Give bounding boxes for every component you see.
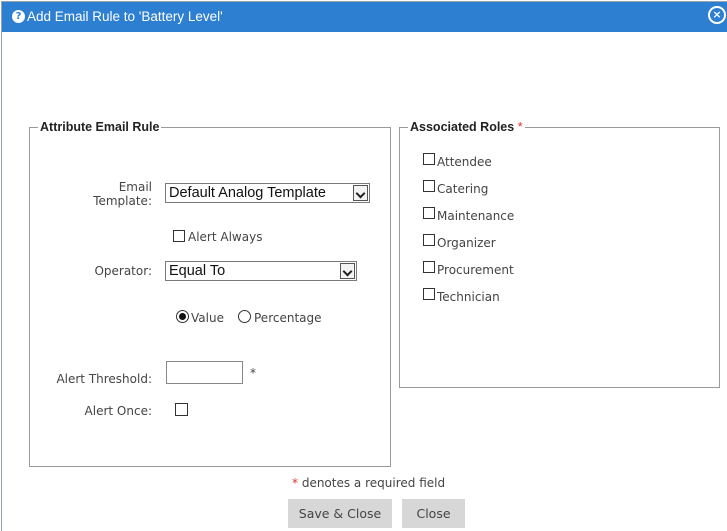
role-label-catering: Catering: [437, 182, 489, 196]
dialog-titlebar: ? Add Email Rule to 'Battery Level' ×: [2, 2, 727, 32]
email-rule-dialog: ? Add Email Rule to 'Battery Level' × At…: [1, 1, 727, 531]
alert-once-label: Alert Once:: [84, 404, 152, 418]
alert-always-label: Alert Always: [188, 230, 263, 244]
role-checkbox-catering[interactable]: [423, 180, 435, 192]
email-template-label: Email Template:: [93, 180, 152, 208]
chevron-down-icon[interactable]: [353, 185, 368, 201]
role-checkbox-attendee[interactable]: [423, 153, 435, 165]
role-label-technician: Technician: [437, 290, 500, 304]
value-radio[interactable]: [176, 310, 189, 323]
operator-select[interactable]: Equal To: [165, 261, 357, 281]
required-marker: *: [517, 120, 523, 134]
required-marker: *: [250, 366, 256, 380]
required-marker: *: [292, 476, 298, 490]
role-label-organizer: Organizer: [437, 236, 496, 250]
required-note: * denotes a required field: [292, 476, 446, 490]
operator-value: Equal To: [169, 263, 226, 279]
close-button[interactable]: Close: [402, 499, 465, 528]
role-checkbox-procurement[interactable]: [423, 261, 435, 273]
save-and-close-button[interactable]: Save & Close: [288, 499, 392, 528]
role-label-attendee: Attendee: [437, 155, 492, 169]
role-checkbox-technician[interactable]: [423, 288, 435, 300]
alert-once-checkbox[interactable]: [175, 403, 188, 416]
role-checkbox-maintenance[interactable]: [423, 207, 435, 219]
percentage-radio-label: Percentage: [254, 311, 322, 325]
percentage-radio[interactable]: [238, 310, 251, 323]
chevron-down-icon[interactable]: [340, 263, 355, 279]
attribute-email-rule-legend: Attribute Email Rule: [40, 120, 160, 134]
value-radio-label: Value: [191, 311, 224, 325]
alert-threshold-label: Alert Threshold:: [56, 372, 152, 386]
associated-roles-legend: Associated Roles *: [410, 120, 523, 134]
role-checkbox-organizer[interactable]: [423, 234, 435, 246]
help-icon[interactable]: ?: [12, 10, 25, 23]
role-label-procurement: Procurement: [437, 263, 514, 277]
email-template-value: Default Analog Template: [169, 185, 326, 201]
operator-label: Operator:: [94, 264, 152, 278]
role-label-maintenance: Maintenance: [437, 209, 515, 223]
alert-always-checkbox[interactable]: [173, 230, 185, 242]
dialog-title: Add Email Rule to 'Battery Level': [27, 9, 223, 24]
alert-threshold-input[interactable]: [166, 361, 243, 384]
close-icon[interactable]: ×: [708, 6, 726, 24]
email-template-select[interactable]: Default Analog Template: [165, 183, 370, 203]
